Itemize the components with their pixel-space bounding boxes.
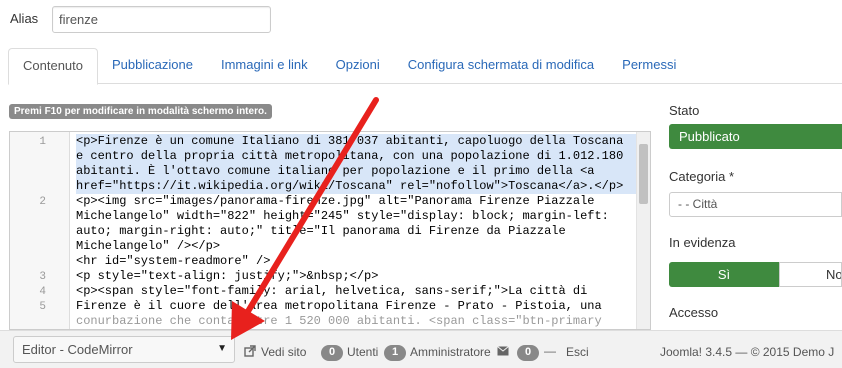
esci-link[interactable]: Esci	[566, 345, 589, 359]
editor-select[interactable]: Editor - CodeMirror ▼	[13, 336, 235, 363]
editor-scrollbar[interactable]	[636, 132, 650, 329]
amministratore-link[interactable]: Amministratore	[410, 345, 491, 359]
minus-icon: —	[544, 344, 556, 358]
tab-bar: Contenuto Pubblicazione Immagini e link …	[8, 48, 842, 85]
tab-opzioni[interactable]: Opzioni	[322, 48, 394, 84]
code-line: href="https://it.wikipedia.org/wiki/Tosc…	[76, 179, 636, 194]
code-line: conurbazione che conta oltre 1 520 000 a…	[76, 314, 602, 328]
code-line: abitanti. È l'ottavo comune italiano per…	[76, 164, 636, 179]
code-line: <p>Firenze è un comune Italiano di 381 0…	[76, 134, 636, 149]
in-evidenza-toggle: Sì No	[669, 262, 842, 287]
caret-down-icon: ▼	[217, 343, 227, 354]
code-line: Michelangelo" width="822" height="245" s…	[76, 209, 609, 223]
line-number: 2	[39, 196, 46, 208]
code-line: e centro della propria città metropolita…	[76, 149, 636, 164]
alias-label: Alias	[10, 11, 39, 26]
code-line: Firenze è il cuore dell'area metropolita…	[76, 299, 602, 313]
tab-contenuto[interactable]: Contenuto	[8, 48, 98, 85]
code-line: <p><span style="font-family: arial, helv…	[76, 284, 588, 298]
categoria-select[interactable]: - - Città	[669, 192, 842, 217]
code-line: <p style="text-align: justify;">&nbsp;</…	[76, 269, 379, 283]
line-number: 4	[39, 286, 46, 298]
line-number: 3	[39, 271, 46, 283]
line-number: 5	[39, 301, 46, 313]
code-line: <hr id="system-readmore" />	[76, 254, 271, 268]
editor-select-value: Editor - CodeMirror	[22, 342, 133, 357]
alias-input[interactable]	[52, 6, 271, 33]
joomla-version-text: Joomla! 3.4.5 — © 2015 Demo J	[660, 345, 835, 359]
categoria-label: Categoria *	[669, 169, 735, 184]
stato-label: Stato	[669, 103, 700, 118]
messages-count-badge: 0	[517, 345, 539, 361]
envelope-icon	[497, 345, 509, 359]
line-gutter: 1 2 3 4 5	[10, 132, 70, 329]
in-evidenza-label: In evidenza	[669, 235, 736, 250]
accesso-label: Accesso	[669, 305, 719, 320]
vedi-sito-link[interactable]: Vedi sito	[261, 345, 306, 359]
in-evidenza-yes-button[interactable]: Sì	[669, 262, 779, 287]
tab-immagini-e-link[interactable]: Immagini e link	[207, 48, 322, 84]
in-evidenza-no-button[interactable]: No	[779, 262, 842, 287]
fullscreen-hint: Premi F10 per modificare in modalità sch…	[9, 104, 272, 119]
code-line: <p><img src="images/panorama-firenze.jpg…	[76, 194, 595, 208]
code-line: Michelangelo" /></p>	[76, 239, 221, 253]
code-line: auto; margin-right: auto;" title="Il pan…	[76, 224, 566, 238]
code-text[interactable]: <p>Firenze è un comune Italiano di 381 0…	[76, 134, 636, 329]
stato-select[interactable]: Pubblicato	[669, 124, 842, 149]
line-number: 1	[39, 136, 46, 148]
tab-permessi[interactable]: Permessi	[608, 48, 690, 84]
tab-pubblicazione[interactable]: Pubblicazione	[98, 48, 207, 84]
scroll-thumb[interactable]	[639, 144, 648, 204]
external-link-icon	[244, 345, 256, 360]
status-bar: Editor - CodeMirror ▼ Vedi sito 0 Utenti…	[0, 330, 842, 368]
tab-configura-schermata[interactable]: Configura schermata di modifica	[394, 48, 608, 84]
code-editor[interactable]: 1 2 3 4 5 <p>Firenze è un comune Italian…	[9, 131, 651, 330]
utenti-count-badge: 0	[321, 345, 343, 361]
utenti-link[interactable]: Utenti	[347, 345, 378, 359]
admin-count-badge: 1	[384, 345, 406, 361]
